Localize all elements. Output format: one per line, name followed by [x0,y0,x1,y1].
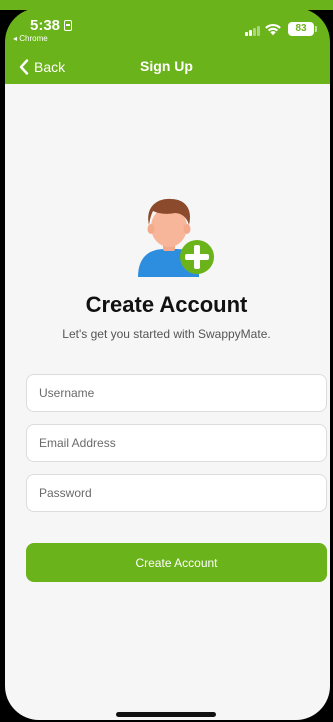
home-indicator[interactable] [116,712,216,717]
phone-frame: 5:38 ◂ Chrome 83 Back Sign Up Create Acc… [0,0,333,722]
create-account-button[interactable]: Create Account [26,543,327,582]
page-title: Sign Up [140,58,193,74]
battery-indicator: 83 [288,22,314,36]
cellular-signal-icon [245,26,260,36]
user-add-icon [138,198,214,277]
back-to-app-link[interactable]: ◂ Chrome [13,34,48,43]
password-field[interactable] [26,474,327,512]
sim-card-icon [64,20,73,31]
battery-tip [315,26,317,32]
email-field[interactable] [26,424,327,462]
status-time-text: 5:38 [30,17,61,34]
heading: Create Account [85,292,248,317]
status-time: 5:38 [30,17,73,34]
wifi-icon [265,23,281,36]
username-field[interactable] [26,374,327,412]
subheading: Let's get you started with SwappyMate. [62,327,271,341]
